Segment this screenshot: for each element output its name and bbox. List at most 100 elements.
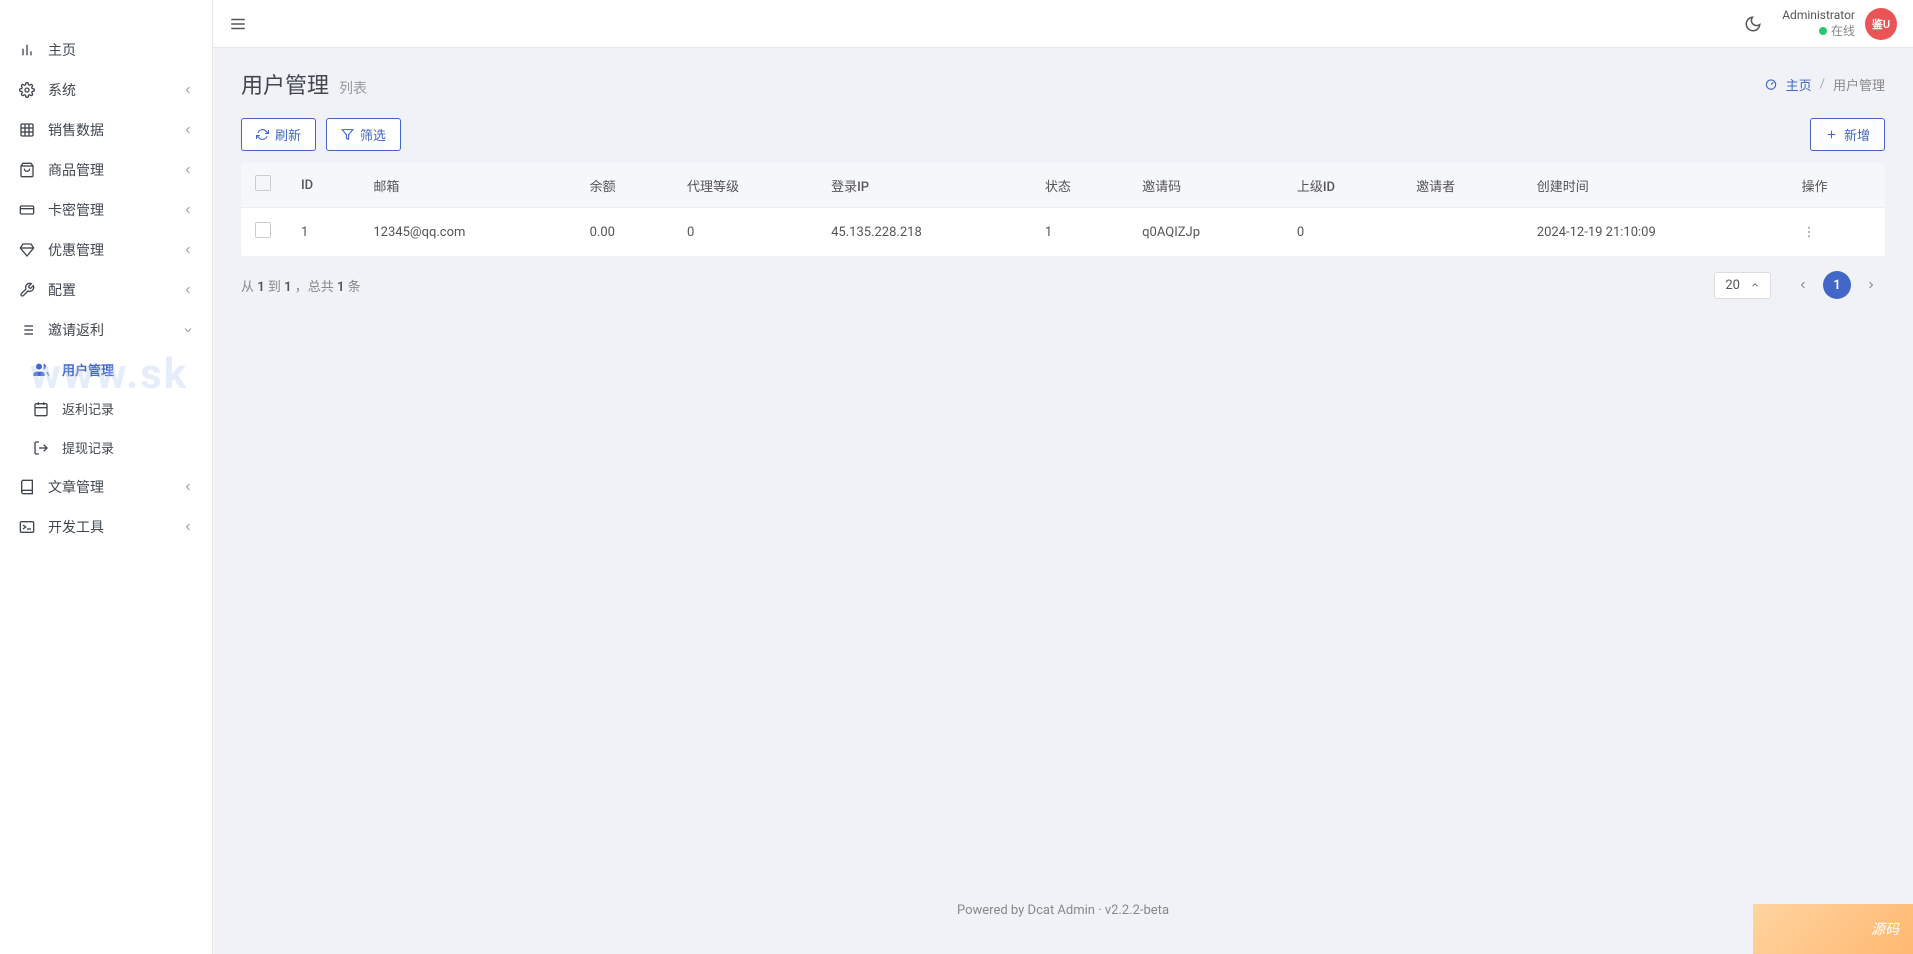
sidebar-item-1[interactable]: 系统: [0, 70, 212, 110]
status-dot-icon: [1819, 27, 1827, 35]
chevron-up-icon: [1750, 280, 1760, 290]
cell: 0: [673, 208, 817, 257]
chevron-left-icon: [182, 521, 194, 533]
sidebar-item-label: 提现记录: [62, 438, 194, 457]
menu-toggle-icon[interactable]: [229, 15, 247, 33]
corner-badge: 源码: [1753, 904, 1913, 954]
cell: 1: [287, 208, 359, 257]
list-icon: [18, 321, 36, 339]
sidebar: 主页系统销售数据商品管理卡密管理优惠管理配置邀请返利用户管理返利记录提现记录文章…: [0, 0, 213, 954]
terminal-icon: [18, 518, 36, 536]
theme-toggle-icon[interactable]: [1744, 15, 1762, 33]
sidebar-item-7[interactable]: 邀请返利: [0, 310, 212, 350]
plus-icon: [1825, 128, 1838, 141]
row-checkbox[interactable]: [255, 222, 271, 238]
user-status-label: 在线: [1831, 22, 1855, 39]
chevron-right-icon: [1865, 279, 1877, 291]
sidebar-item-label: 用户管理: [62, 360, 194, 379]
footer-version: v2.2.2-beta: [1105, 903, 1169, 918]
sidebar-item-0[interactable]: 主页: [0, 30, 212, 70]
data-table: ID邮箱余额代理等级登录IP状态邀请码上级ID邀请者创建时间操作 112345@…: [241, 163, 1885, 257]
refresh-icon: [256, 128, 269, 141]
avatar: 鉴U: [1865, 8, 1897, 40]
sidebar-item-label: 主页: [48, 40, 194, 60]
column-header-2: 邮箱: [359, 163, 575, 208]
cell: q0AQIZJp: [1128, 208, 1283, 257]
page-title: 用户管理: [241, 68, 329, 100]
breadcrumb-current: 用户管理: [1833, 75, 1885, 94]
sidebar-item-5[interactable]: 优惠管理: [0, 230, 212, 270]
sidebar-item-label: 配置: [48, 280, 182, 300]
chevron-left-icon: [182, 284, 194, 296]
chevron-left-icon: [1797, 279, 1809, 291]
pager-next[interactable]: [1857, 271, 1885, 299]
shop-icon: [18, 161, 36, 179]
sidebar-item-label: 邀请返利: [48, 320, 182, 340]
chevron-left-icon: [182, 481, 194, 493]
row-actions-menu[interactable]: [1802, 225, 1871, 239]
cell: 0: [1283, 208, 1402, 257]
bar-chart-icon: [18, 41, 36, 59]
sidebar-item-2[interactable]: 销售数据: [0, 110, 212, 150]
grid-icon: [18, 121, 36, 139]
footer: Powered by Dcat Admin · v2.2.2-beta: [241, 887, 1885, 934]
column-header-11: 操作: [1788, 163, 1885, 208]
sidebar-item-label: 卡密管理: [48, 200, 182, 220]
sidebar-item-8[interactable]: 用户管理: [0, 350, 212, 389]
sidebar-item-12[interactable]: 开发工具: [0, 507, 212, 547]
pager-prev[interactable]: [1789, 271, 1817, 299]
page-size-select[interactable]: 20: [1714, 272, 1771, 299]
column-header-3: 余额: [576, 163, 673, 208]
chevron-left-icon: [182, 244, 194, 256]
user-menu[interactable]: Administrator 在线 鉴U: [1782, 8, 1897, 40]
page-subtitle: 列表: [339, 78, 367, 98]
book-icon: [18, 478, 36, 496]
sidebar-item-label: 文章管理: [48, 477, 182, 497]
refresh-label: 刷新: [275, 125, 301, 144]
sidebar-item-3[interactable]: 商品管理: [0, 150, 212, 190]
chevron-down-icon: [182, 324, 194, 336]
column-header-7: 邀请码: [1128, 163, 1283, 208]
footer-link[interactable]: Dcat Admin: [1028, 903, 1095, 918]
page-size-value: 20: [1725, 278, 1740, 293]
sidebar-item-6[interactable]: 配置: [0, 270, 212, 310]
refresh-button[interactable]: 刷新: [241, 118, 316, 151]
filter-icon: [341, 128, 354, 141]
filter-button[interactable]: 筛选: [326, 118, 401, 151]
sidebar-item-11[interactable]: 文章管理: [0, 467, 212, 507]
breadcrumb-home[interactable]: 主页: [1786, 75, 1812, 94]
sidebar-item-10[interactable]: 提现记录: [0, 428, 212, 467]
diamond-icon: [18, 241, 36, 259]
dashboard-icon: [1764, 77, 1778, 91]
breadcrumb: 主页 / 用户管理: [1764, 75, 1885, 94]
wrench-icon: [18, 281, 36, 299]
select-all-checkbox[interactable]: [255, 175, 271, 191]
card-icon: [18, 201, 36, 219]
calendar-icon: [32, 400, 50, 418]
cell: 2024-12-19 21:10:09: [1523, 208, 1788, 257]
cell: [1788, 208, 1885, 257]
sidebar-item-label: 商品管理: [48, 160, 182, 180]
sidebar-item-label: 开发工具: [48, 517, 182, 537]
sidebar-item-4[interactable]: 卡密管理: [0, 190, 212, 230]
cell: 12345@qq.com: [359, 208, 575, 257]
create-button[interactable]: 新增: [1810, 118, 1885, 151]
create-label: 新增: [1844, 125, 1870, 144]
column-header-1: ID: [287, 163, 359, 208]
column-header-9: 邀请者: [1402, 163, 1523, 208]
arrow-out-icon: [32, 439, 50, 457]
cell: [241, 208, 287, 257]
sidebar-item-label: 优惠管理: [48, 240, 182, 260]
column-header-8: 上级ID: [1283, 163, 1402, 208]
chevron-left-icon: [182, 124, 194, 136]
chevron-left-icon: [182, 84, 194, 96]
sidebar-item-9[interactable]: 返利记录: [0, 389, 212, 428]
sidebar-item-label: 返利记录: [62, 399, 194, 418]
cell: [1402, 208, 1523, 257]
column-header-4: 代理等级: [673, 163, 817, 208]
breadcrumb-separator: /: [1820, 77, 1825, 92]
column-header-10: 创建时间: [1523, 163, 1788, 208]
pager-page-1[interactable]: 1: [1823, 271, 1851, 299]
pagination-info: 从 1 到 1 ，总共 1 条: [241, 276, 361, 295]
users-icon: [32, 361, 50, 379]
